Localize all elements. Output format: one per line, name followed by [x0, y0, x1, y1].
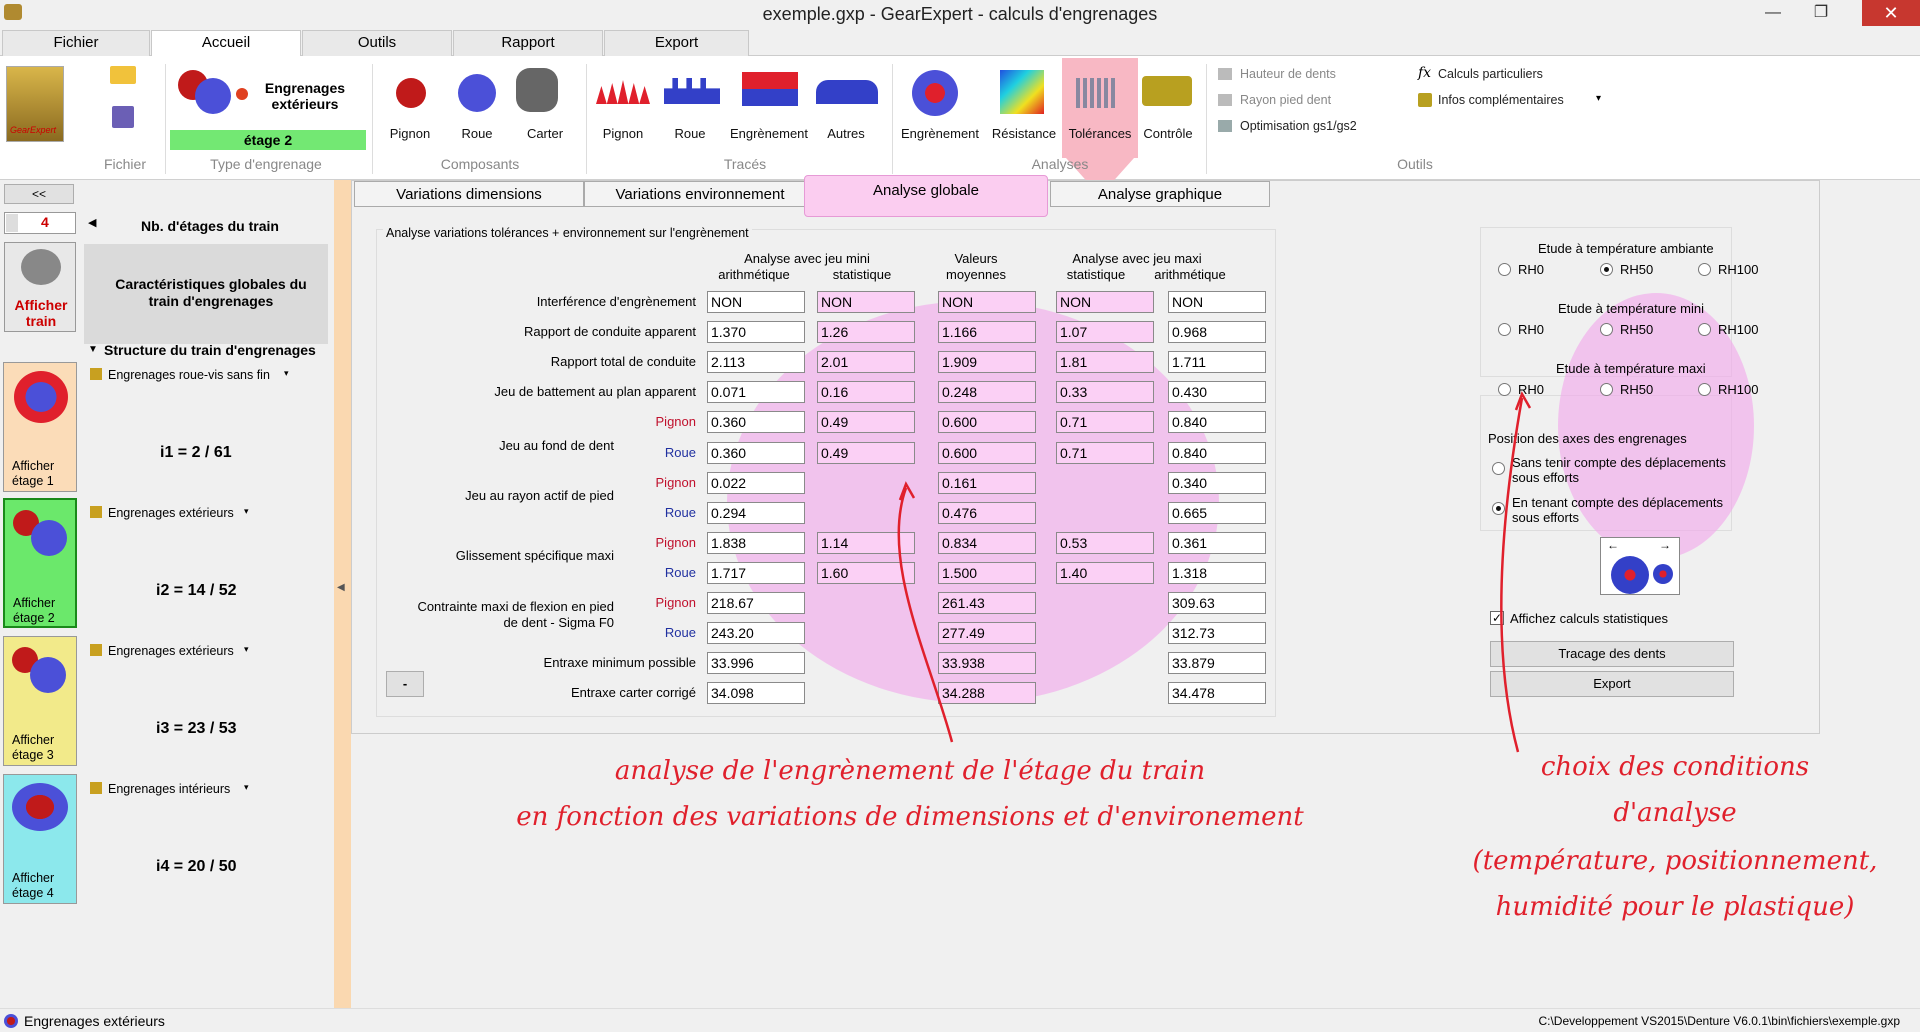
annotation-right-line-2: d'analyse	[1613, 798, 1737, 828]
status-gear-icon	[4, 1014, 18, 1028]
annotation-right-line-3: (température, positionnement,	[1472, 846, 1878, 876]
annotation-arrowhead-left	[898, 481, 916, 501]
annotation-left-line-1: analyse de l'engrènement de l'étage du t…	[614, 756, 1206, 786]
annotation-arrows	[897, 391, 1532, 753]
status-bar: Engrenages extérieurs C:\Developpement V…	[0, 1008, 1920, 1032]
status-right-text: C:\Developpement VS2015\Denture V6.0.1\b…	[1538, 1014, 1900, 1028]
annotation-right-line-4: humidité pour le plastique)	[1495, 892, 1855, 922]
annotation-right-line-1: choix des conditions	[1540, 752, 1810, 782]
annotation-arrow-left	[897, 487, 954, 743]
status-left-text: Engrenages extérieurs	[24, 1013, 165, 1029]
annotation-arrow-right	[1500, 397, 1524, 753]
annotation-arrowhead-right	[1514, 391, 1532, 411]
annotation-left-line-2: en fonction des variations de dimensions…	[516, 802, 1304, 832]
